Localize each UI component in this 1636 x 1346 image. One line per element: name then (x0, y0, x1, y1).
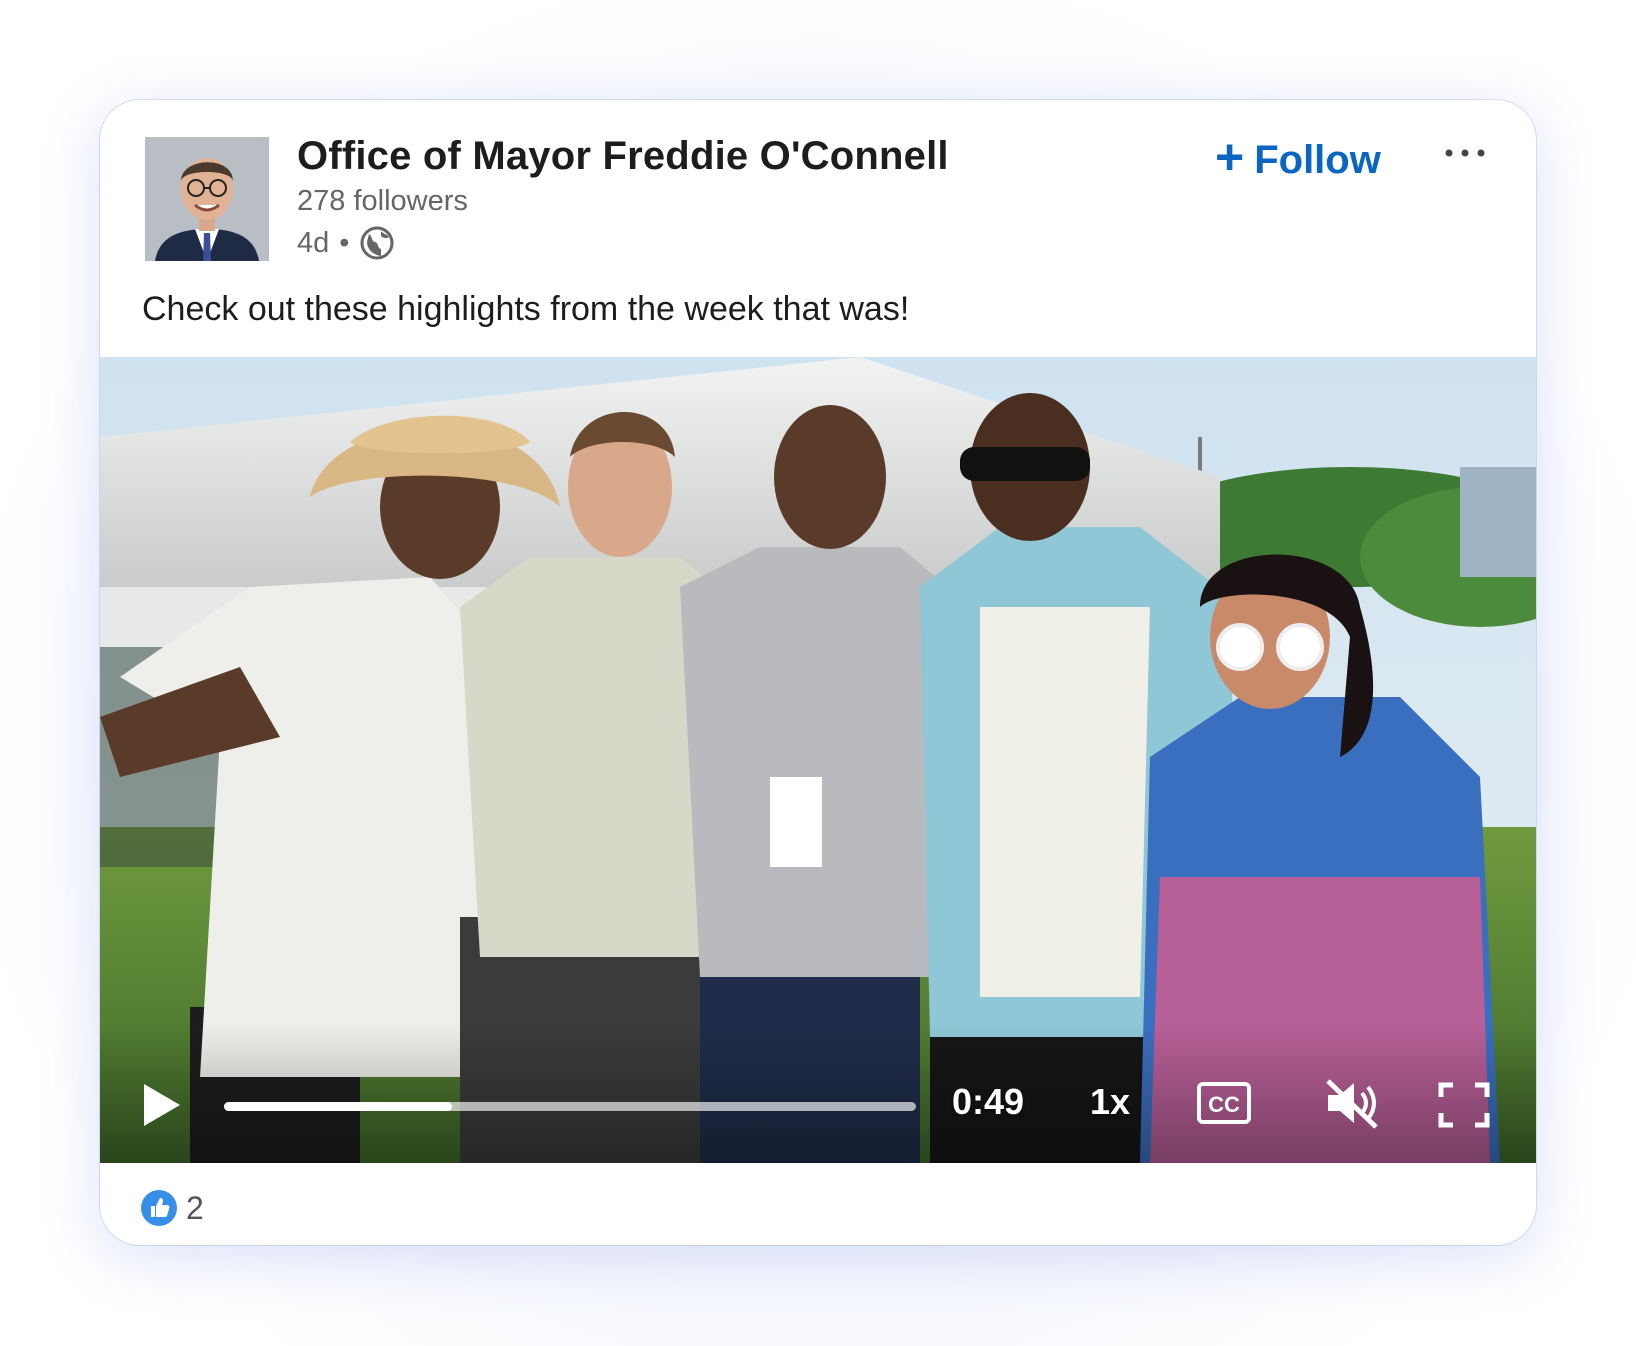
muted-speaker-icon (1326, 1079, 1378, 1129)
cc-label: CC (1208, 1092, 1240, 1117)
video-progress-fill (224, 1102, 453, 1111)
follower-count: 278 followers (297, 185, 468, 217)
post-age: 4d (297, 226, 330, 259)
follow-button[interactable]: + Follow (1215, 130, 1381, 190)
like-icon (141, 1190, 177, 1226)
follow-label: Follow (1254, 137, 1381, 182)
meta-separator: • (339, 226, 350, 259)
video-time: 0:49 (952, 1081, 1025, 1122)
page-background: Office of Mayor Freddie O'Connell 278 fo… (0, 0, 1636, 1346)
playback-speed-button[interactable]: 1x (1090, 1081, 1130, 1123)
reaction-count: 2 (186, 1189, 204, 1226)
closed-captions-icon: CC (1197, 1082, 1251, 1124)
video-player[interactable]: 0:49 1x CC (100, 357, 1536, 1163)
more-options-button[interactable] (1435, 128, 1495, 178)
mute-button[interactable] (1322, 1075, 1382, 1131)
author-name[interactable]: Office of Mayor Freddie O'Connell (297, 134, 949, 179)
play-button[interactable] (140, 1081, 184, 1129)
reactions-summary[interactable]: 2 (140, 1188, 204, 1228)
plus-icon: + (1215, 129, 1245, 185)
post-card: Office of Mayor Freddie O'Connell 278 fo… (100, 100, 1536, 1245)
globe-icon (359, 225, 395, 261)
video-controls: 0:49 1x CC (100, 1023, 1536, 1163)
post-text: Check out these highlights from the week… (142, 290, 910, 328)
fullscreen-button[interactable] (1437, 1081, 1491, 1129)
author-avatar[interactable] (145, 137, 269, 261)
fullscreen-icon (1438, 1082, 1490, 1128)
play-icon (144, 1084, 180, 1126)
captions-button[interactable]: CC (1196, 1081, 1252, 1125)
more-horizontal-icon (1445, 149, 1485, 157)
post-meta: 4d • (297, 223, 395, 263)
video-progress-bar[interactable] (224, 1102, 916, 1111)
